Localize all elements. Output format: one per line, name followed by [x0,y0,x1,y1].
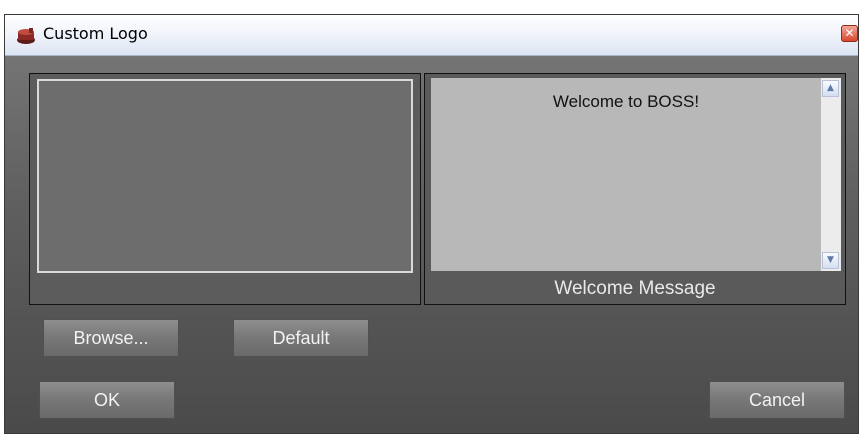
ok-button[interactable]: OK [39,381,175,419]
app-logo-icon [15,27,37,45]
chevron-up-icon: ▲ [827,83,834,93]
scroll-up-button[interactable]: ▲ [822,80,839,97]
default-button[interactable]: Default [233,319,369,357]
welcome-message-text[interactable]: Welcome to BOSS! [431,92,821,112]
custom-logo-dialog: Custom Logo ✕ Welcome to BOSS! ▲ ▼ Welco… [4,14,859,434]
close-button[interactable]: ✕ [841,25,858,42]
cancel-button[interactable]: Cancel [709,381,845,419]
close-icon: ✕ [844,26,855,40]
logo-panel [29,73,421,305]
window-title: Custom Logo [43,24,148,43]
logo-preview-image [37,79,413,273]
scroll-down-button[interactable]: ▼ [822,252,839,269]
welcome-message-textarea[interactable]: Welcome to BOSS! [431,78,821,271]
welcome-message-label: Welcome Message [554,278,716,299]
title-bar[interactable]: Custom Logo ✕ [5,15,858,56]
welcome-panel: Welcome to BOSS! ▲ ▼ Welcome Message [424,73,846,305]
browse-button[interactable]: Browse... [43,319,179,357]
vertical-scrollbar[interactable]: ▲ ▼ [821,78,841,271]
chevron-down-icon: ▼ [827,255,834,265]
